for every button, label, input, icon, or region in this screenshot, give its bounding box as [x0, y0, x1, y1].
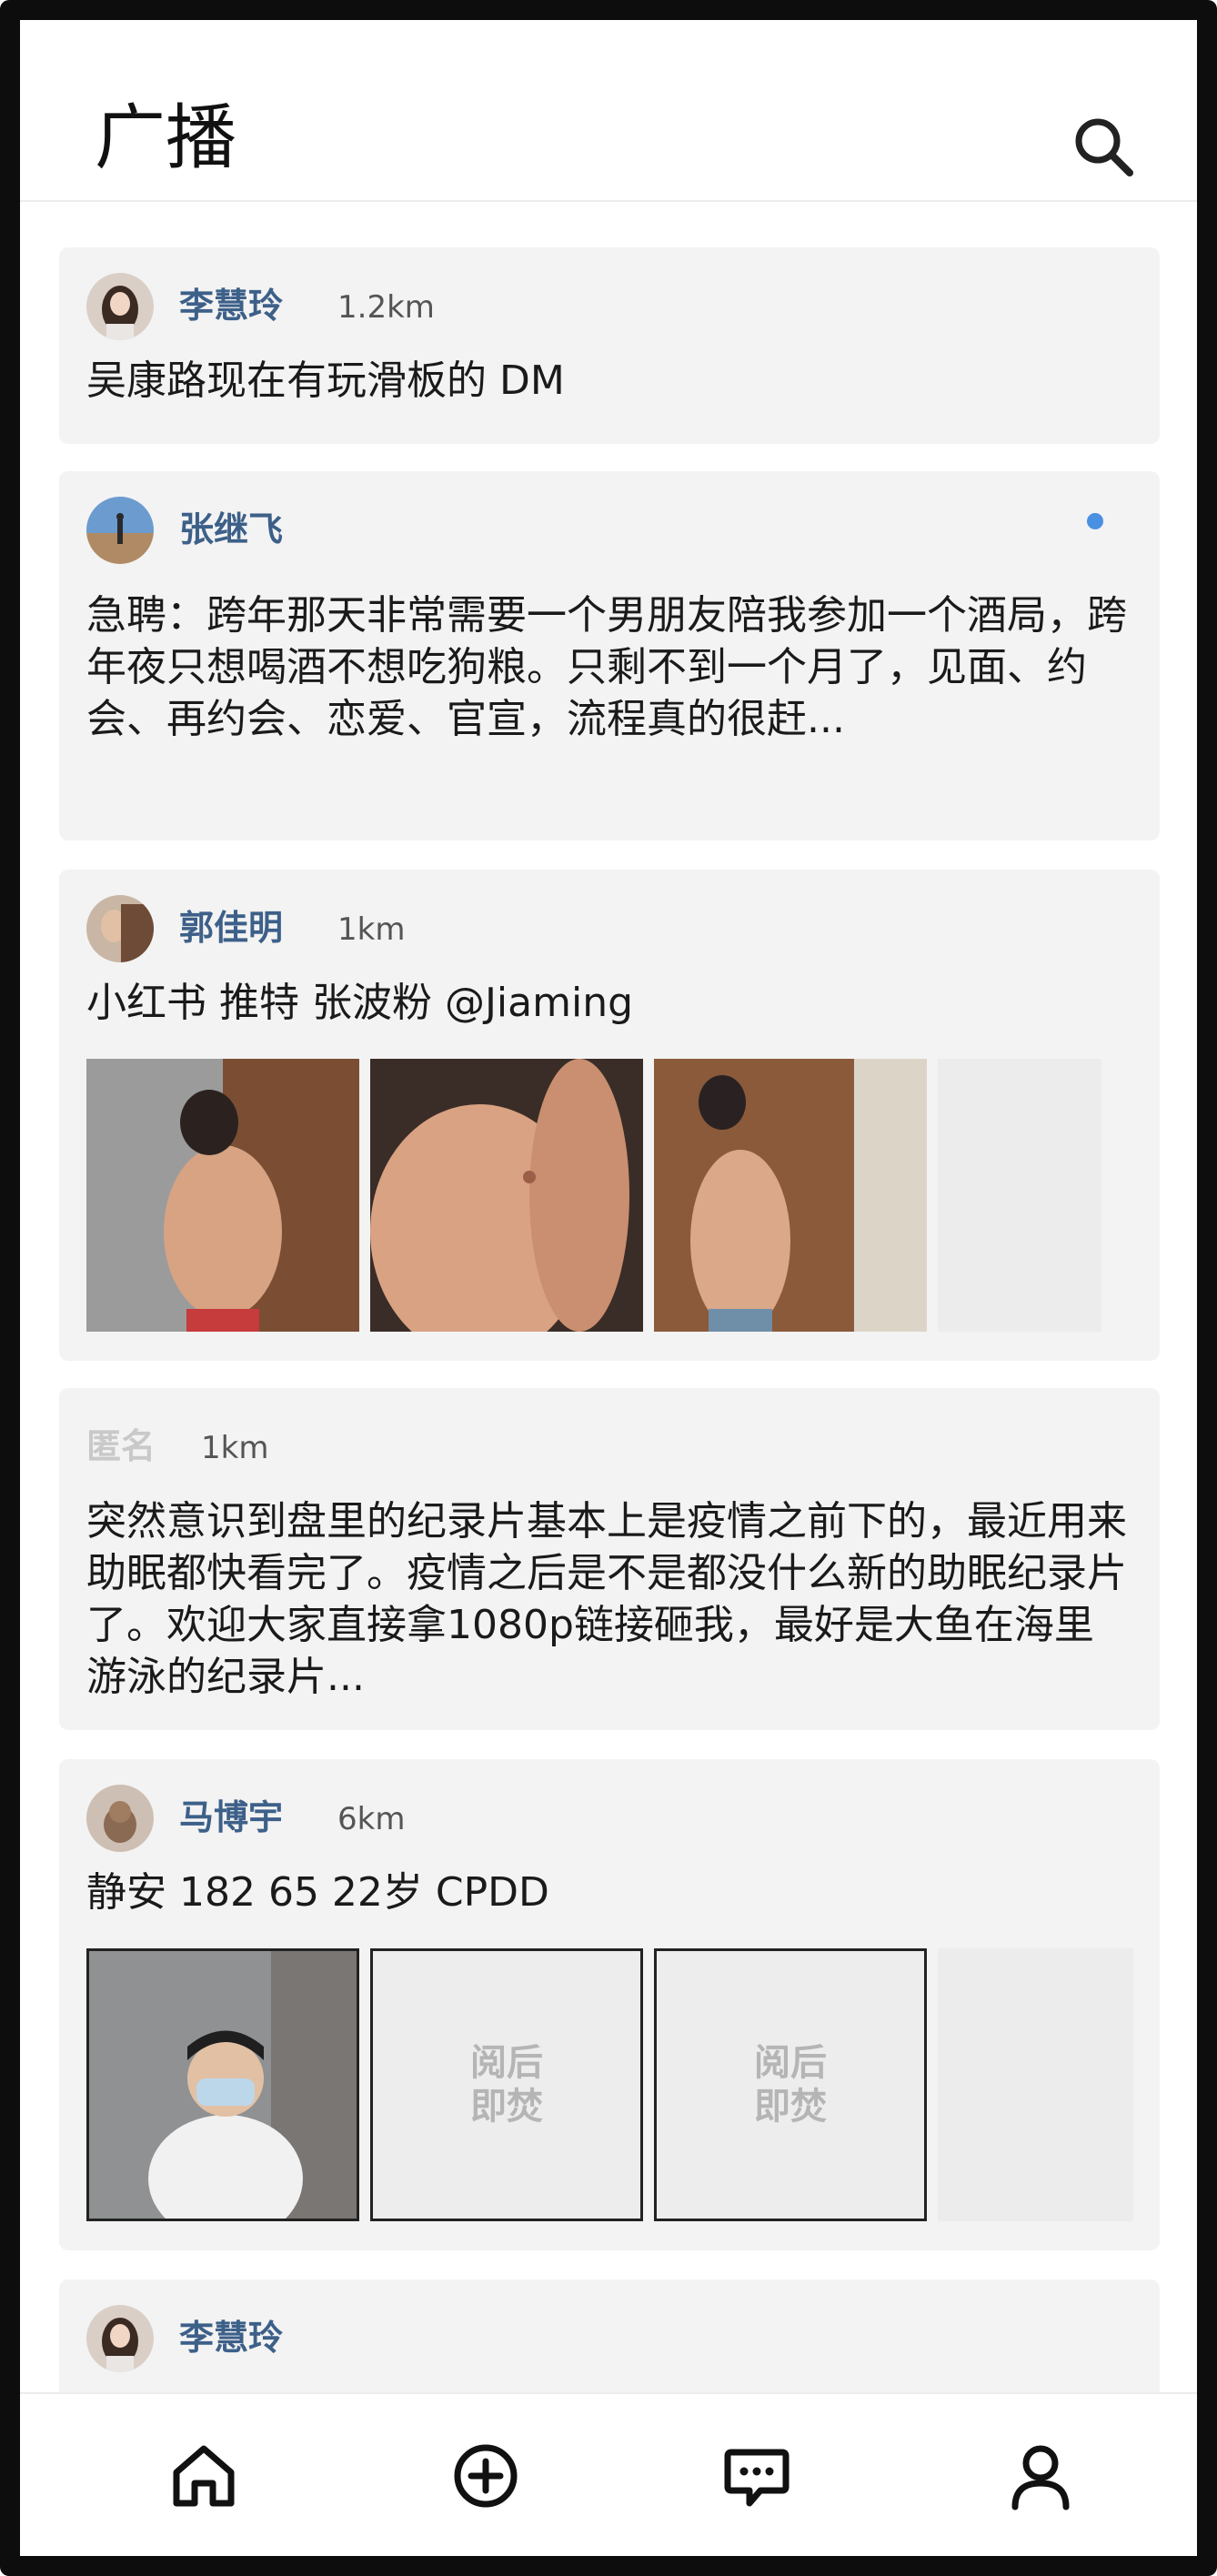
post-card[interactable]: 郭佳明 1km 小红书 推特 张波粉 @Jiaming [59, 870, 1160, 1361]
author-name[interactable]: 李慧玲 [179, 2316, 283, 2360]
photo-placeholder [938, 1059, 1101, 1332]
avatar[interactable] [86, 2305, 154, 2372]
distance-label: 1km [337, 911, 406, 948]
photo-grid [86, 1059, 1101, 1332]
avatar[interactable] [86, 497, 154, 564]
distance-label: 1.2km [337, 289, 435, 326]
post-card[interactable]: 马博宇 6km 静安 182 65 22岁 CPDD 阅后即焚 阅后即焚 [59, 1759, 1160, 2250]
post-text: 吴康路现在有玩滑板的 DM [86, 357, 565, 404]
avatar[interactable] [86, 273, 154, 340]
author-name[interactable]: 张继飞 [179, 508, 283, 551]
post-card[interactable]: 匿名 1km 突然意识到盘里的纪录片基本上是疫情之前下的，最近用来助眠都快看完了… [59, 1388, 1160, 1730]
post-photo[interactable] [654, 1059, 927, 1332]
top-bar: 广播 [20, 20, 1197, 202]
distance-label: 6km [337, 1801, 406, 1837]
photo-grid: 阅后即焚 阅后即焚 [86, 1948, 1133, 2221]
add-post-icon[interactable] [449, 2440, 522, 2512]
search-icon[interactable] [1068, 111, 1141, 184]
unread-dot [1087, 513, 1103, 529]
post-card[interactable]: 李慧玲 [59, 2279, 1160, 2392]
post-text: 急聘：跨年那天非常需要一个男朋友陪我参加一个酒局，跨年夜只想喝酒不想吃狗粮。只剩… [86, 592, 1127, 742]
post-text: 静安 182 65 22岁 CPDD [86, 1869, 549, 1916]
profile-icon[interactable] [1004, 2440, 1077, 2512]
post-card[interactable]: 张继飞 急聘：跨年那天非常需要一个男朋友陪我参加一个酒局，跨年夜只想喝酒不想吃狗… [59, 471, 1160, 840]
author-name[interactable]: 郭佳明 [179, 906, 283, 950]
bottom-tab-bar [20, 2392, 1197, 2556]
avatar[interactable] [86, 1785, 154, 1852]
page-title: 广播 [95, 97, 237, 179]
author-name[interactable]: 马博宇 [179, 1796, 283, 1839]
burn-label: 阅后即焚 [754, 2042, 827, 2128]
post-photo[interactable] [370, 1059, 643, 1332]
broadcast-feed[interactable]: 李慧玲 1.2km 吴康路现在有玩滑板的 DM 张继飞 急聘：跨年那天非常需要一… [20, 202, 1197, 2392]
burn-after-reading-photo[interactable]: 阅后即焚 [370, 1948, 643, 2221]
messages-icon[interactable] [720, 2440, 793, 2512]
home-icon[interactable] [167, 2440, 240, 2512]
burn-label: 阅后即焚 [470, 2042, 543, 2128]
phone-screen: 广播 李慧玲 1.2km 吴康路现在有玩滑板的 DM 张继飞 急聘：跨年那天非常… [0, 0, 1217, 2576]
post-photo[interactable] [86, 1059, 359, 1332]
author-name[interactable]: 李慧玲 [179, 284, 283, 327]
avatar[interactable] [86, 895, 154, 962]
anonymous-label: 匿名 [86, 1426, 156, 1466]
distance-label: 1km [201, 1430, 269, 1466]
burn-after-reading-photo[interactable]: 阅后即焚 [654, 1948, 927, 2221]
post-text: 小红书 推特 张波粉 @Jiaming [86, 980, 634, 1026]
post-text: 突然意识到盘里的纪录片基本上是疫情之前下的，最近用来助眠都快看完了。疫情之后是不… [86, 1498, 1127, 1700]
photo-placeholder [938, 1948, 1133, 2221]
post-photo[interactable] [86, 1948, 359, 2221]
post-card[interactable]: 李慧玲 1.2km 吴康路现在有玩滑板的 DM [59, 247, 1160, 444]
